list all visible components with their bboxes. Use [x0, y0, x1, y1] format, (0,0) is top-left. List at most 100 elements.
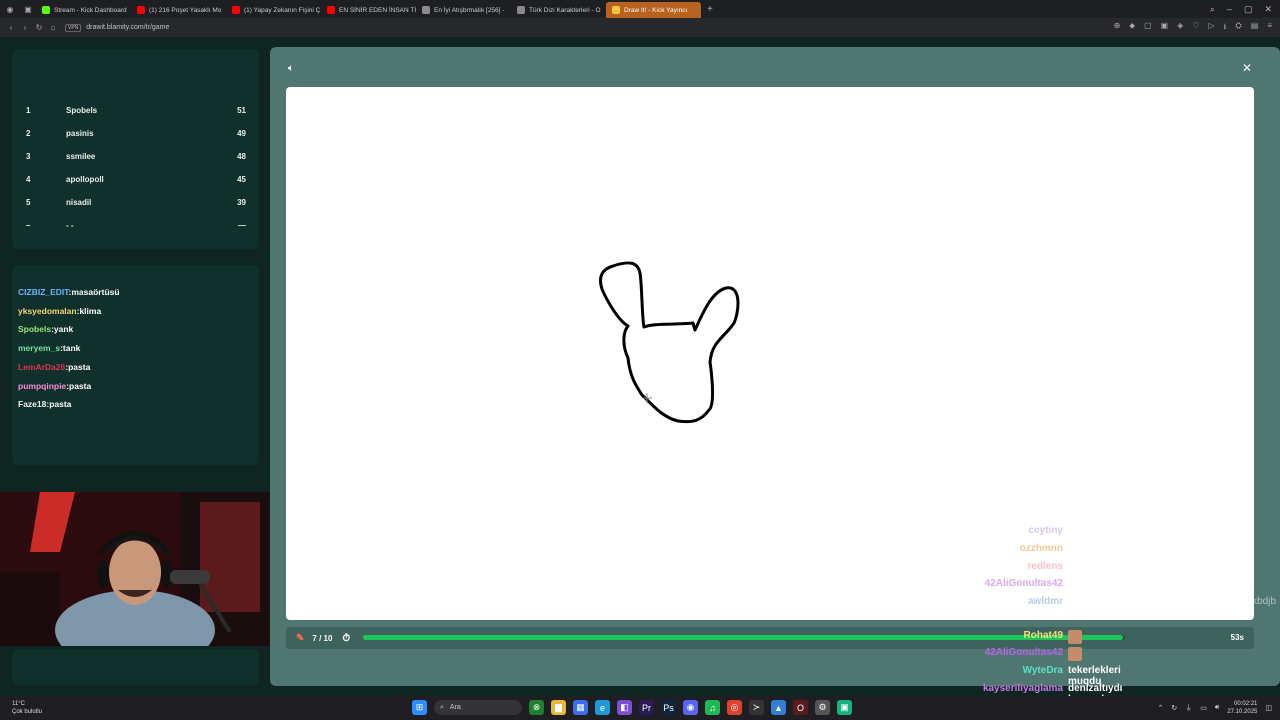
chat-username[interactable]: Spobels	[18, 324, 51, 334]
webcam-overlay	[0, 492, 272, 646]
chat-username[interactable]: LemArDa26	[18, 362, 65, 372]
chat-message: meryem_s:tank	[18, 343, 80, 353]
sync-icon[interactable]: ↻	[1171, 704, 1177, 712]
round-counter: 7 / 10	[312, 633, 333, 643]
chat-username[interactable]: pumpqinpie	[18, 381, 66, 391]
heart-icon[interactable]: ♡	[1192, 21, 1199, 35]
weather-text: Çok bulutlu	[12, 709, 43, 715]
empty-panel	[12, 649, 259, 685]
search-placeholder: Ara	[449, 704, 461, 711]
vpn-badge[interactable]: VPN	[65, 23, 82, 32]
close-window-icon[interactable]: ✕	[1264, 4, 1272, 15]
minimize-icon[interactable]: –	[1227, 4, 1232, 15]
search-tabs-icon[interactable]: ⌕	[1210, 4, 1215, 15]
settings-icon[interactable]: ⚙	[815, 700, 830, 715]
leaderboard-row: 1 Spobels 51	[26, 106, 246, 120]
browser-menu-icon[interactable]: ◉	[0, 5, 20, 14]
browser-tab[interactable]: (1) Yapay Zekanın Fişini Ç	[226, 2, 321, 18]
tab-favicon-icon	[612, 6, 620, 14]
weather-widget[interactable]: 11°C Çok bulutlu	[12, 700, 42, 716]
obs-icon[interactable]: ▣	[837, 700, 852, 715]
taskbar-search[interactable]: ⌕ Ara	[434, 700, 522, 715]
premiere-icon[interactable]: Pr	[639, 700, 654, 715]
leaderboard-rank: 3	[26, 152, 31, 161]
maximize-icon[interactable]: ▢	[1244, 4, 1253, 15]
overlay-chat-username: ozzhmnn	[1019, 543, 1063, 554]
overlay-chat-username: redlens	[1027, 561, 1063, 572]
webcam-image	[0, 492, 272, 646]
browser-tab[interactable]: (1) 216 Poşet Yasaklı Mo	[131, 2, 226, 18]
leaderboard-name: - -	[66, 221, 74, 230]
tab-label: EN SİNİR EDEN İNSAN Tİ	[339, 6, 416, 14]
chat-message: Faze18:pasta	[18, 399, 71, 409]
edge-icon[interactable]: e	[595, 700, 610, 715]
leaderboard-row: 5 nisadil 39	[26, 198, 246, 212]
network-icon[interactable]: ▭	[1200, 704, 1207, 712]
browser-tab[interactable]: En İyi Atışbrmalık [256] -	[416, 2, 511, 18]
browser-tab[interactable]: Draw It! - Kick Yayıncı	[606, 2, 701, 18]
back-icon[interactable]: ‹	[4, 23, 18, 32]
new-tab-icon[interactable]: +	[701, 4, 719, 15]
menu-icon[interactable]: ≡	[1267, 21, 1272, 35]
tab-label: Türk Dizi Karakterleri - O	[529, 6, 601, 14]
browser-tab[interactable]: Stream - Kick Dashboard	[36, 2, 131, 18]
address-bar: ‹ › ↻ ⌂ VPN drawit.blamity.com/tr/game ⊕…	[0, 18, 1280, 37]
tab-favicon-icon	[517, 6, 525, 14]
clock[interactable]: 00:02:21 27.10.2025	[1227, 700, 1257, 716]
tray-expand-icon[interactable]: ⌃	[1158, 704, 1164, 712]
photoshop-icon[interactable]: Ps	[661, 700, 676, 715]
play-icon[interactable]: ▷	[1208, 21, 1214, 35]
terminal-icon[interactable]: ≻	[749, 700, 764, 715]
workspaces-icon[interactable]: ▣	[20, 5, 36, 14]
photos-icon[interactable]: ◧	[617, 700, 632, 715]
download-icon[interactable]: ⭳	[1224, 21, 1227, 35]
discord-icon[interactable]: ◉	[683, 700, 698, 715]
leaderboard-row: – - - —	[26, 221, 246, 235]
browser-tab[interactable]: EN SİNİR EDEN İNSAN Tİ	[321, 2, 416, 18]
xbox-icon[interactable]: ⊗	[529, 700, 544, 715]
chat-username[interactable]: Faze18	[18, 399, 46, 409]
volume-icon[interactable]: 🔊︎	[1215, 704, 1219, 712]
zoom-icon[interactable]: ⊕	[1114, 21, 1121, 35]
sidebar-icon[interactable]: ▤	[1251, 21, 1259, 35]
forward-icon[interactable]: ›	[18, 23, 32, 32]
store-icon[interactable]: ▦	[573, 700, 588, 715]
chat-text: klima	[79, 305, 102, 316]
browser-tab[interactable]: Türk Dizi Karakterleri - O	[511, 2, 606, 18]
sound-icon[interactable]: 🔈︎	[288, 63, 294, 74]
url-field[interactable]: drawit.blamity.com/tr/game	[86, 24, 169, 31]
usb-icon[interactable]: ⏚	[1185, 703, 1192, 713]
emote-icon	[1068, 647, 1082, 661]
wallet-icon[interactable]: ▣	[1161, 21, 1169, 35]
leaderboard-score: —	[238, 221, 246, 230]
close-icon[interactable]: ✕	[1242, 61, 1252, 75]
chat-username[interactable]: meryem_s	[18, 343, 60, 353]
chat-text: yank	[53, 324, 74, 335]
snapshot-icon[interactable]: ▢	[1144, 21, 1152, 35]
leaderboard-score: 39	[237, 198, 246, 207]
chat-message: pumpqinpie:pasta	[18, 381, 91, 391]
chrome-icon[interactable]: ◎	[727, 700, 742, 715]
overlay-chat-username: kayseriliyaglama	[982, 683, 1063, 694]
chat-username[interactable]: yksyedomalan	[18, 306, 77, 316]
chat-message: LemArDa26:pasta	[18, 362, 90, 372]
browser-tab-bar: ◉ ▣ Stream - Kick Dashboard (1) 216 Poşet…	[0, 0, 1280, 18]
side-chat-panel: CIZBIZ_EDIT:masaörtüsü yksyedomalan:klima…	[12, 265, 259, 465]
windows-taskbar: 11°C Çok bulutlu ⊞ ⌕ Ara ⊗ ▆ ▦ e ◧ Pr Ps…	[0, 696, 1280, 720]
overlay-chat-username: WyteDra	[1022, 665, 1063, 676]
shield-icon[interactable]: ◈	[1177, 21, 1183, 35]
home-icon[interactable]: ⌂	[46, 23, 60, 32]
gallery-icon[interactable]: ▲	[771, 700, 786, 715]
start-icon[interactable]: ⊞	[412, 700, 427, 715]
file-explorer-icon[interactable]: ▆	[551, 700, 566, 715]
reload-icon[interactable]: ↻	[32, 23, 46, 32]
extensions-icon[interactable]: ⛭	[1235, 21, 1241, 35]
notification-icon[interactable]: ◫	[1265, 704, 1272, 712]
spotify-icon[interactable]: ♫	[705, 700, 720, 715]
leaderboard-panel: 1 Spobels 51 2 pasinis 49 3 ssmilee 48 4 apollopol…	[12, 49, 259, 249]
pin-icon[interactable]: ⬥	[1129, 21, 1135, 35]
clock-time: 00:02:21	[1234, 701, 1258, 707]
chat-username[interactable]: CIZBIZ_EDIT	[18, 287, 69, 297]
overlay-chat-username: ceytiny	[1028, 525, 1063, 536]
opera-icon[interactable]: O	[793, 700, 808, 715]
